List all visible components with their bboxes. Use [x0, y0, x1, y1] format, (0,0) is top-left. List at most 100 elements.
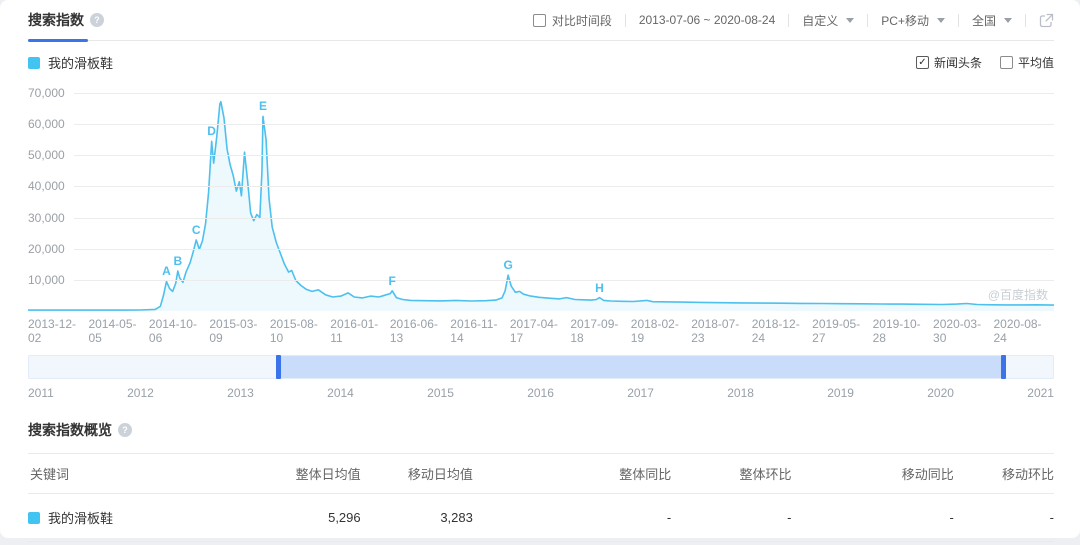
checkbox-icon[interactable] — [999, 56, 1013, 69]
search-index-overview: 搜索指数概览 ? 关键词 整体日均值 移动日均值 整体同比 整体环比 移动同比 移动环比 我的… — [28, 420, 1054, 542]
slider-year-label: 2012 — [127, 386, 154, 400]
x-axis-label: 2014-05-05 — [88, 317, 137, 345]
x-axis-label: 2014-10-06 — [148, 317, 197, 345]
checkbox-checked-icon[interactable] — [915, 56, 929, 69]
x-axis-label: 2018-07-23 — [691, 317, 740, 345]
dropdown-device[interactable]: PC+移动 — [881, 12, 945, 29]
slider-year-label: 2016 — [527, 386, 554, 400]
help-icon[interactable]: ? — [118, 423, 132, 437]
divider — [788, 13, 790, 27]
y-axis-label: 70,000 — [28, 86, 65, 100]
gridline — [74, 279, 1054, 281]
news-headlines-checkbox[interactable]: 新闻头条 — [915, 54, 982, 71]
gridline — [74, 217, 1054, 219]
dropdown-region-label: 全国 — [971, 13, 996, 28]
y-axis-label: 40,000 — [28, 179, 65, 194]
chart-canvas — [28, 100, 1054, 311]
peak-annotation-e: E — [258, 99, 267, 114]
divider — [1025, 13, 1026, 27]
chart-controls: 对比时间段 2013-07-06 ~ 2020-08-24 自定义 PC+移动 … — [532, 12, 1054, 29]
slider-year-label: 2020 — [927, 386, 954, 400]
column-header: 移动同比 — [791, 453, 954, 494]
x-axis-label: 2016-11-14 — [450, 317, 498, 345]
dropdown-device-label: PC+移动 — [881, 13, 929, 28]
slider-year-label: 2017 — [627, 386, 654, 400]
y-axis-label: 10,000 — [28, 272, 65, 287]
column-header: 整体同比 — [472, 453, 672, 494]
checkbox-icon[interactable] — [532, 13, 546, 27]
series-color-swatch — [28, 56, 40, 69]
chevron-down-icon — [936, 17, 945, 23]
slider-left-handle[interactable] — [275, 355, 281, 379]
x-axis-label: 2017-09-18 — [570, 317, 619, 345]
x-axis-label: 2019-05-27 — [812, 317, 861, 345]
dropdown-custom-range[interactable]: 自定义 — [802, 12, 855, 29]
slider-year-label: 2018 — [727, 386, 754, 400]
series-keyword-label: 我的滑板鞋 — [48, 56, 114, 71]
average-value-checkbox[interactable]: 平均值 — [999, 54, 1054, 71]
date-range-picker[interactable]: 2013-07-06 ~ 2020-08-24 — [639, 13, 775, 27]
table-row: 我的滑板鞋 5,296 3,283- - - - — [28, 493, 1054, 542]
value-cell: - — [671, 493, 792, 542]
slider-right-handle[interactable] — [1000, 355, 1006, 379]
x-axis-label: 2019-10-28 — [872, 317, 921, 345]
y-axis-label: 20,000 — [28, 241, 65, 256]
news-headlines-label: 新闻头条 — [933, 56, 982, 70]
peak-annotation-d: D — [207, 124, 216, 139]
slider-track[interactable] — [28, 355, 1054, 379]
x-axis-label: 2013-12-02 — [28, 317, 77, 345]
value-cell: - — [791, 493, 954, 542]
export-button[interactable] — [1039, 13, 1054, 28]
series-line — [28, 100, 1054, 311]
dropdown-region[interactable]: 全国 — [972, 12, 1012, 29]
peak-annotation-b: B — [173, 254, 183, 269]
overview-title-row: 搜索指数概览 ? — [28, 420, 1054, 440]
chevron-down-icon — [1004, 17, 1012, 23]
tab-search-index-label: 搜索指数 — [28, 12, 84, 28]
value-cell: - — [953, 493, 1054, 542]
slider-year-label: 2019 — [827, 386, 854, 400]
slider-selected-range[interactable] — [277, 356, 1003, 378]
tab-search-index[interactable]: 搜索指数 ? — [28, 0, 104, 42]
gridline — [74, 155, 1054, 157]
peak-annotation-c: C — [191, 223, 201, 237]
y-axis-label: 60,000 — [28, 117, 65, 132]
x-axis: 2013-12-02 2014-05-05 2014-10-06 2015-03-09… — [28, 317, 1054, 345]
baidu-index-card: 搜索指数 ? 对比时间段 2013-07-06 ~ 2020-08-24 自定义… — [0, 0, 1080, 542]
slider-year-label: 2015 — [427, 386, 454, 400]
keyword-cell[interactable]: 我的滑板鞋 — [28, 493, 257, 542]
divider — [867, 13, 869, 27]
legend-toggles: 新闻头条 平均值 — [915, 54, 1054, 71]
external-link-icon — [1039, 13, 1054, 27]
table-header-row: 关键词 整体日均值 移动日均值 整体同比 整体环比 移动同比 移动环比 — [28, 453, 1054, 494]
slider-year-label: 2014 — [327, 386, 354, 400]
x-axis-label: 2017-04-17 — [509, 317, 558, 345]
overview-table: 关键词 整体日均值 移动日均值 整体同比 整体环比 移动同比 移动环比 我的滑板鞋 5,296 3… — [28, 453, 1054, 542]
peak-annotation-a: A — [162, 264, 171, 279]
divider — [957, 13, 959, 27]
compare-period-label: 对比时间段 — [551, 13, 612, 28]
tabbar: 搜索指数 ? 对比时间段 2013-07-06 ~ 2020-08-24 自定义… — [28, 0, 1054, 42]
trend-line-chart[interactable]: @百度指数 70,000 60,000 50,000 40,000 30,000 20,0… — [28, 86, 1054, 311]
value-cell: 5,296 — [256, 493, 361, 542]
x-axis-label: 2016-01-11 — [330, 317, 379, 345]
x-axis-label: 2018-02-19 — [630, 317, 679, 345]
help-icon[interactable]: ? — [90, 13, 104, 27]
slider-year-label: 2021 — [1027, 386, 1054, 400]
series-legend[interactable]: 我的滑板鞋 — [28, 53, 113, 72]
column-header: 关键词 — [28, 453, 257, 494]
peak-annotation-g: G — [503, 258, 513, 273]
time-range-slider: 2011 2012 2013 2014 2015 2016 2017 2018 2019 2020… — [28, 355, 1054, 400]
gridline — [74, 248, 1054, 250]
gridline — [74, 93, 1054, 94]
slider-year-label: 2013 — [227, 386, 254, 400]
x-axis-label: 2018-12-24 — [751, 317, 800, 345]
compare-period-checkbox[interactable]: 对比时间段 — [532, 12, 612, 29]
x-axis-label: 2015-08-10 — [269, 317, 318, 345]
value-cell: 3,283 — [360, 493, 473, 542]
legend-bar: 我的滑板鞋 新闻头条 平均值 — [28, 53, 1054, 72]
series-color-swatch — [28, 511, 40, 524]
column-header: 移动日均值 — [360, 453, 473, 494]
gridline — [74, 186, 1054, 188]
column-header: 移动环比 — [953, 453, 1054, 494]
